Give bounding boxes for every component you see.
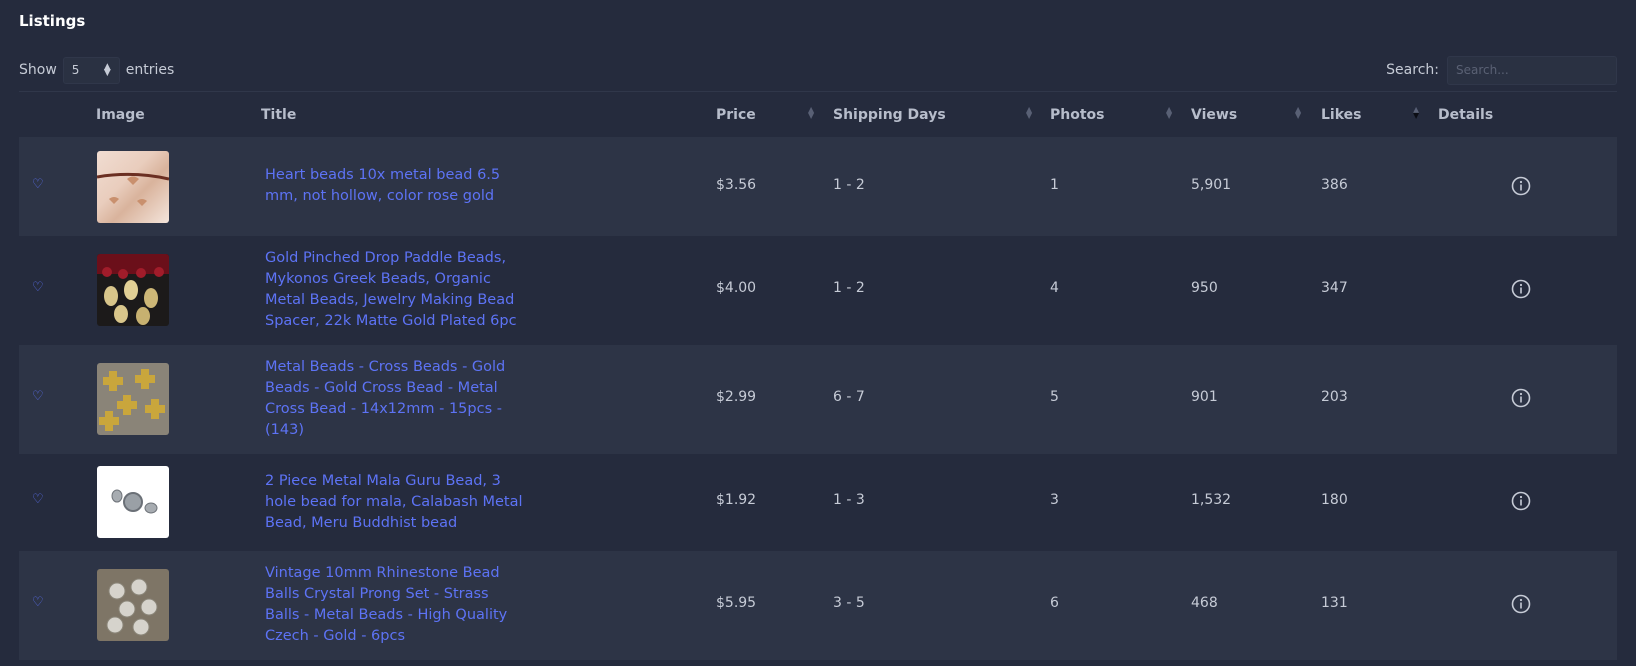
table-row: ♡ Gold Pinched Drop Paddle Beads, Mykono…	[19, 236, 1617, 345]
page-title: Listings	[19, 12, 86, 30]
listing-title-link[interactable]: Metal Beads - Cross Beads - Gold Beads -…	[265, 357, 525, 441]
table-row: ♡ Metal Beads - Cross Beads - Gold Beads…	[19, 345, 1617, 454]
table-row: ♡ Vintage 10mm Rhinestone Bead Balls Cry…	[19, 551, 1617, 660]
listing-image[interactable]	[97, 466, 169, 538]
sort-arrows-icon[interactable]: ▲ ▼	[1166, 106, 1172, 120]
photos-cell: 1	[1050, 177, 1059, 193]
search-control: Search:	[1386, 55, 1617, 85]
info-circle-icon[interactable]	[1511, 388, 1531, 408]
listing-image[interactable]	[97, 569, 169, 641]
likes-cell: 203	[1321, 389, 1348, 405]
info-circle-icon[interactable]	[1511, 176, 1531, 196]
shipping-cell: 1 - 2	[833, 177, 865, 193]
select-arrows-icon: ▲ ▼	[103, 62, 111, 78]
likes-cell: 180	[1321, 492, 1348, 508]
col-header-title[interactable]: Title	[261, 92, 296, 137]
shipping-cell: 3 - 5	[833, 595, 865, 611]
likes-cell: 131	[1321, 595, 1348, 611]
shipping-cell: 1 - 2	[833, 280, 865, 296]
listings-page: Listings Show 5 ▲▼ entries Search: Image…	[0, 0, 1636, 666]
shipping-cell: 6 - 7	[833, 389, 865, 405]
search-label: Search:	[1386, 62, 1439, 78]
views-cell: 950	[1191, 280, 1218, 296]
photos-cell: 4	[1050, 280, 1059, 296]
col-header-image: Image	[96, 106, 145, 123]
photos-cell: 3	[1050, 492, 1059, 508]
sort-arrows-icon[interactable]: ▲ ▼	[1026, 106, 1032, 120]
listing-title-link[interactable]: Vintage 10mm Rhinestone Bead Balls Cryst…	[265, 563, 525, 647]
photos-cell: 6	[1050, 595, 1059, 611]
price-cell: $5.95	[716, 595, 757, 611]
listing-image[interactable]	[97, 254, 169, 326]
heart-outline-icon[interactable]: ♡	[32, 389, 44, 404]
col-header-likes[interactable]: Likes	[1321, 92, 1361, 137]
listing-image[interactable]	[97, 363, 169, 435]
entries-control: Show 5 ▲ ▼ entries	[19, 56, 175, 84]
listing-title-link[interactable]: 2 Piece Metal Mala Guru Bead, 3 hole bea…	[265, 471, 525, 534]
col-header-shipping[interactable]: Shipping Days	[833, 92, 946, 137]
entries-value: 5	[71, 63, 80, 77]
price-cell: $2.99	[716, 389, 757, 405]
listing-image[interactable]	[97, 151, 169, 223]
info-circle-icon[interactable]	[1511, 491, 1531, 511]
table-row: ♡ 2 Piece Metal Mala Guru Bead, 3 hole b…	[19, 454, 1617, 551]
heart-outline-icon[interactable]: ♡	[32, 492, 44, 507]
info-circle-icon[interactable]	[1511, 594, 1531, 614]
price-cell: $4.00	[716, 280, 757, 296]
entries-select[interactable]: 5 ▲ ▼	[62, 56, 120, 84]
sort-arrows-icon[interactable]: ▲ ▼	[1413, 106, 1419, 120]
likes-cell: 386	[1321, 177, 1348, 193]
shipping-cell: 1 - 3	[833, 492, 865, 508]
views-cell: 901	[1191, 389, 1218, 405]
views-cell: 5,901	[1191, 177, 1232, 193]
listings-table: Image Title Price ▲ ▼ Shipping Days ▲ ▼ Ph…	[19, 91, 1617, 660]
photos-cell: 5	[1050, 389, 1059, 405]
col-header-views[interactable]: Views	[1191, 92, 1237, 137]
entries-label: entries	[125, 62, 175, 78]
price-cell: $3.56	[716, 177, 757, 193]
heart-outline-icon[interactable]: ♡	[32, 177, 44, 192]
search-input[interactable]	[1447, 55, 1617, 85]
views-cell: 1,532	[1191, 492, 1232, 508]
views-cell: 468	[1191, 595, 1218, 611]
listing-title-link[interactable]: Gold Pinched Drop Paddle Beads, Mykonos …	[265, 248, 525, 332]
table-controls: Show 5 ▲ ▼ entries Search:	[19, 55, 1617, 85]
sort-arrows-icon[interactable]: ▲ ▼	[1295, 106, 1301, 120]
table-row: ♡ Heart beads 10x metal bead 6.5 mm, not…	[19, 137, 1617, 236]
col-header-price[interactable]: Price	[716, 92, 756, 137]
price-cell: $1.92	[716, 492, 757, 508]
col-header-details: Details	[1438, 106, 1494, 123]
heart-outline-icon[interactable]: ♡	[32, 280, 44, 295]
likes-cell: 347	[1321, 280, 1348, 296]
info-circle-icon[interactable]	[1511, 279, 1531, 299]
show-label: Show	[19, 62, 57, 78]
col-header-photos[interactable]: Photos	[1050, 92, 1105, 137]
sort-arrows-icon[interactable]: ▲ ▼	[808, 106, 814, 120]
listing-title-link[interactable]: Heart beads 10x metal bead 6.5 mm, not h…	[265, 165, 525, 207]
table-header: Image Title Price ▲ ▼ Shipping Days ▲ ▼ Ph…	[19, 92, 1617, 137]
heart-outline-icon[interactable]: ♡	[32, 595, 44, 610]
